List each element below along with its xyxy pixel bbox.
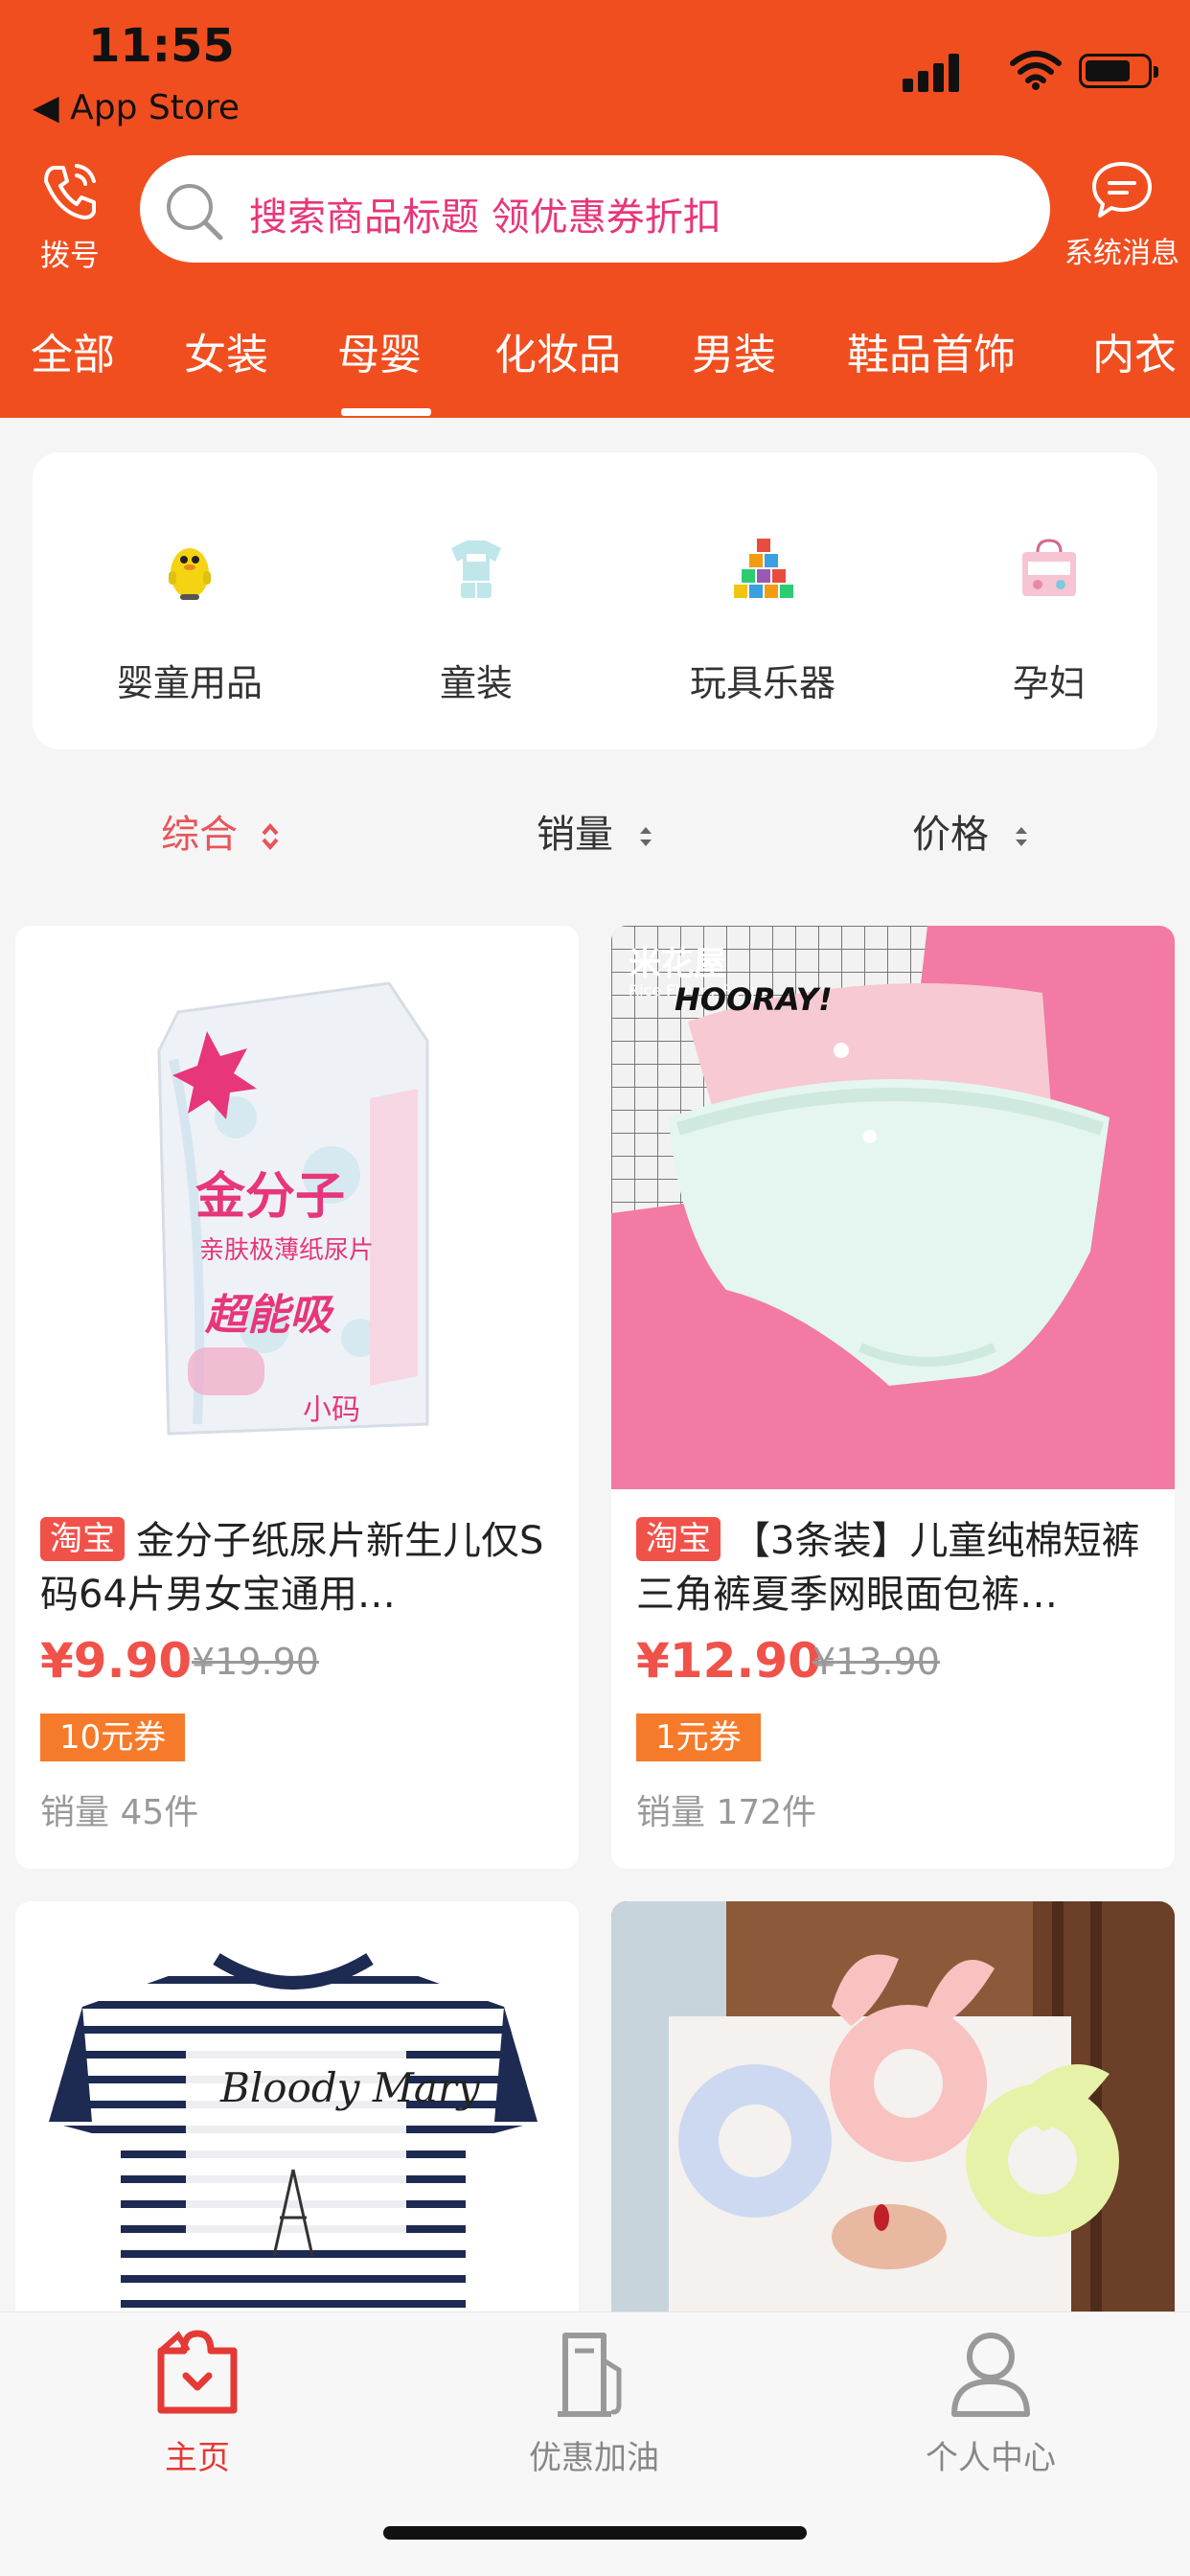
- tab-underwear[interactable]: 内衣: [1092, 320, 1177, 381]
- sort-sales-label: 销量: [537, 813, 613, 857]
- subcategory-kids-clothing[interactable]: 童装: [352, 452, 601, 749]
- underwear-brand-text: 米花屋: [629, 945, 726, 983]
- search-placeholder: 搜索商品标题 领优惠券折扣: [249, 196, 721, 240]
- home-indicator[interactable]: [383, 2526, 807, 2540]
- product-card[interactable]: 金分子 亲肤极薄纸尿片 超能吸 小码 淘宝 金分子纸尿片新生儿仅S码64片男女宝通…: [15, 926, 579, 1869]
- taobao-badge: 淘宝: [40, 1517, 125, 1561]
- category-tabs: 全部 女装 母婴 化妆品 男装 鞋品首饰 内衣: [0, 310, 1190, 418]
- status-icons: [903, 50, 1158, 92]
- tab-cosmetics[interactable]: 化妆品: [494, 320, 621, 381]
- subcategory-baby-supplies[interactable]: 婴童用品: [65, 452, 314, 749]
- kids-clothes-icon: [451, 540, 501, 598]
- product-card[interactable]: Bloody Mary: [15, 1901, 579, 2312]
- toy-blocks-icon: [734, 539, 793, 598]
- battery-icon: [1079, 54, 1158, 88]
- sort-comprehensive-label: 综合: [161, 813, 238, 857]
- nav-profile-label: 个人中心: [926, 2439, 1056, 2477]
- baby-toy-icon: [169, 548, 211, 600]
- sort-arrows-icon: [262, 822, 279, 851]
- system-messages-button[interactable]: 系统消息: [1054, 158, 1190, 271]
- coupon-badge[interactable]: 1元券: [636, 1714, 761, 1761]
- active-tab-indicator: [341, 408, 431, 416]
- user-icon: [951, 2333, 1030, 2417]
- product-image-scrunchies[interactable]: [611, 1901, 1175, 2312]
- chat-bubble-icon: [1092, 162, 1152, 218]
- underwear-slogan-text: HOORAY!: [675, 981, 833, 1018]
- nav-fuel-discount[interactable]: 优惠加油: [469, 2326, 719, 2478]
- tab-mother-baby[interactable]: 母婴: [337, 320, 422, 381]
- tab-womens-clothing[interactable]: 女装: [184, 320, 268, 381]
- subcategory-label: 童装: [439, 662, 513, 704]
- subcategory-label: 玩具乐器: [689, 662, 835, 704]
- search-input[interactable]: 搜索商品标题 领优惠券折扣: [140, 155, 1050, 263]
- product-original-price: ¥19.90: [192, 1641, 319, 1683]
- product-image-diapers[interactable]: 金分子 亲肤极薄纸尿片 超能吸 小码: [15, 926, 579, 1489]
- product-sales: 销量 172件: [636, 1793, 817, 1832]
- scrunchies-photo-illustration: [611, 1901, 1175, 2312]
- phone-icon: [44, 164, 96, 219]
- status-time: 11:55: [88, 19, 235, 73]
- product-image-underwear[interactable]: 米花屋 Rice Flower Room HOORAY!: [611, 926, 1175, 1489]
- sort-by-price[interactable]: 价格: [912, 803, 1032, 859]
- fuel-pump-icon: [558, 2333, 622, 2417]
- subcategory-maternity[interactable]: 孕妇: [925, 452, 1174, 749]
- maternity-bag-icon: [1022, 539, 1076, 596]
- tshirt-print-text: Bloody Mary: [220, 2064, 480, 2111]
- tab-all[interactable]: 全部: [31, 320, 115, 381]
- subcategory-label: 孕妇: [1012, 662, 1086, 704]
- nav-fuel-label: 优惠加油: [529, 2439, 659, 2477]
- product-price: ¥9.90: [40, 1633, 193, 1689]
- sort-arrows-icon: [1015, 827, 1027, 846]
- diaper-brand-text: 金分子: [195, 1168, 346, 1226]
- sort-arrows-icon: [639, 827, 652, 846]
- nav-profile[interactable]: 个人中心: [866, 2326, 1115, 2478]
- diaper-desc-text: 亲肤极薄纸尿片: [199, 1236, 375, 1265]
- product-image-striped-tshirt[interactable]: Bloody Mary: [15, 1901, 579, 2312]
- subcategory-panel: 婴童用品 童装 玩具乐器 孕妇: [33, 452, 1157, 749]
- subcategory-label: 婴童用品: [116, 662, 263, 704]
- coupon-badge[interactable]: 10元券: [40, 1714, 186, 1761]
- product-price: ¥12.90: [636, 1633, 821, 1689]
- tab-mens-clothing[interactable]: 男装: [692, 320, 776, 381]
- back-to-app-store-link[interactable]: ◀ App Store: [33, 88, 240, 127]
- sort-price-label: 价格: [912, 813, 989, 857]
- dial-label: 拨号: [40, 239, 100, 273]
- tab-shoes-jewelry[interactable]: 鞋品首饰: [847, 320, 1016, 381]
- sort-comprehensive[interactable]: 综合: [161, 803, 281, 859]
- system-messages-label: 系统消息: [1064, 237, 1179, 270]
- product-original-price: ¥13.90: [812, 1641, 940, 1683]
- dial-button[interactable]: 拨号: [29, 158, 111, 274]
- subcategory-toys-instruments[interactable]: 玩具乐器: [638, 452, 887, 749]
- diaper-slogan-text: 超能吸: [205, 1291, 332, 1340]
- taobao-badge: 淘宝: [636, 1517, 721, 1561]
- product-title[interactable]: 淘宝 金分子纸尿片新生儿仅S码64片男女宝通用…: [40, 1514, 554, 1622]
- product-card[interactable]: [611, 1901, 1175, 2312]
- nav-home[interactable]: 主页: [73, 2326, 322, 2478]
- search-icon: [167, 184, 223, 241]
- app-header: 11:55 ◀ App Store 拨号 搜索商品标题 领优惠券折扣 系统消息 …: [0, 0, 1190, 418]
- nav-home-label: 主页: [165, 2439, 230, 2477]
- wifi-icon: [1010, 51, 1062, 90]
- product-card[interactable]: 米花屋 Rice Flower Room HOORAY! 淘宝 【3条装】儿童纯棉…: [611, 926, 1175, 1869]
- sort-by-sales[interactable]: 销量: [537, 803, 656, 859]
- product-sales: 销量 45件: [40, 1793, 199, 1832]
- diaper-size-text: 小码: [303, 1393, 360, 1427]
- home-bag-icon: [157, 2330, 238, 2414]
- product-title[interactable]: 淘宝 【3条装】儿童纯棉短裤三角裤夏季网眼面包裤…: [636, 1514, 1150, 1622]
